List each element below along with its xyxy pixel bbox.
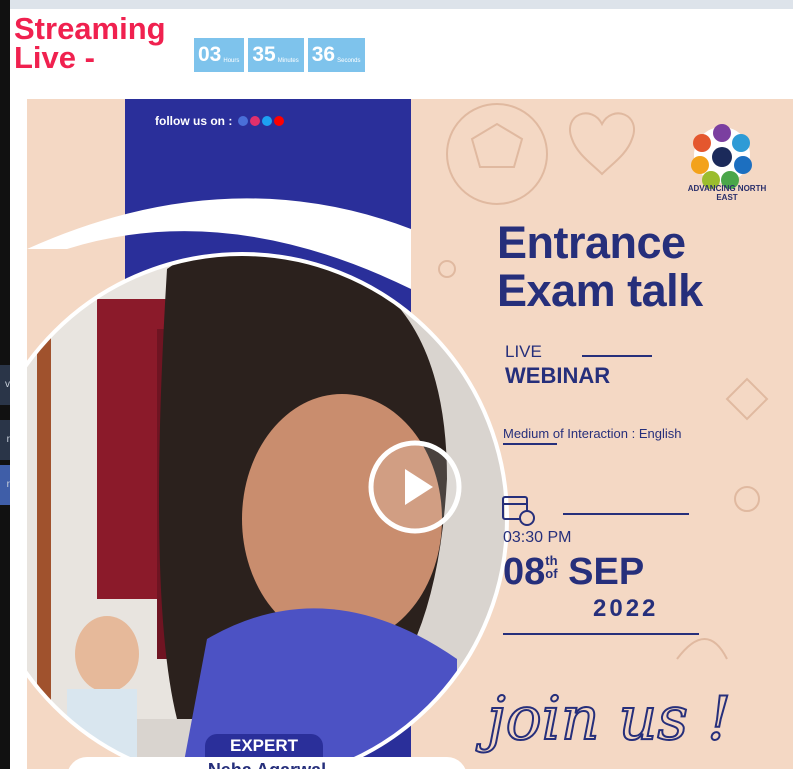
date-month: SEP xyxy=(568,551,645,593)
seconds-unit: Seconds xyxy=(337,58,361,64)
window-top-bar xyxy=(10,0,793,9)
side-chip-text: r xyxy=(6,434,10,445)
expert-name: Neha Agarwal xyxy=(67,757,467,769)
seconds-value: 36 xyxy=(311,43,336,66)
hours-value: 03 xyxy=(198,43,222,66)
video-player-poster[interactable]: join us ! follow us on : ADVANCING NORTH… xyxy=(27,99,793,769)
title-line-1: Entrance xyxy=(497,217,686,268)
follow-us-row: follow us on : xyxy=(155,114,285,128)
title-line-2: Exam talk xyxy=(497,265,703,316)
streaming-live-label: Streaming Live - xyxy=(14,11,166,75)
date-of: of xyxy=(545,566,558,581)
instagram-icon[interactable] xyxy=(250,116,261,126)
countdown-minutes: 35 Minutes xyxy=(248,38,304,72)
poster-title: Entrance Exam talk xyxy=(497,219,703,315)
countdown-timer: 03 Hours 35 Minutes 36 Seconds xyxy=(194,38,366,72)
event-year: 2022 xyxy=(593,595,659,622)
side-chip-text: v xyxy=(5,379,10,390)
minutes-unit: Minutes xyxy=(277,58,299,64)
webinar-label: WEBINAR xyxy=(505,363,611,388)
medium-of-interaction: Medium of Interaction : English xyxy=(503,426,682,441)
live-label: LIVE xyxy=(505,342,542,361)
join-us-script: join us ! xyxy=(476,684,731,754)
event-time: 03:30 PM xyxy=(503,529,572,546)
minutes-value: 35 xyxy=(252,43,276,66)
expert-badge: EXPERT xyxy=(205,734,323,758)
countdown-seconds: 36 Seconds xyxy=(307,38,366,72)
side-chip[interactable]: r xyxy=(0,465,10,505)
twitter-icon[interactable] xyxy=(262,116,273,126)
play-icon[interactable] xyxy=(367,439,463,535)
event-date: 08th of SEP xyxy=(503,551,644,594)
follow-us-text: follow us on : xyxy=(155,114,233,128)
youtube-icon[interactable] xyxy=(274,116,285,126)
countdown-hours: 03 Hours xyxy=(194,38,245,72)
logo-text: ADVANCING NORTH EAST xyxy=(687,184,767,202)
facebook-icon[interactable] xyxy=(238,116,249,126)
hours-unit: Hours xyxy=(223,58,240,64)
side-chip-text: r xyxy=(6,479,10,490)
date-day: 08 xyxy=(503,551,546,593)
side-chip[interactable]: r xyxy=(0,420,10,460)
side-chip[interactable]: v xyxy=(0,365,10,405)
